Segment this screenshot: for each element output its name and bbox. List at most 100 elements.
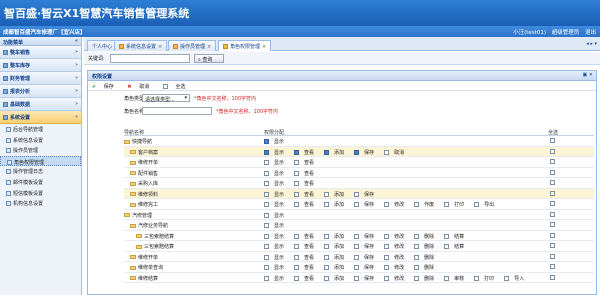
permission-option[interactable]: 显示 (264, 233, 289, 240)
permission-checkbox[interactable] (474, 202, 480, 207)
permission-option[interactable]: 查看 (294, 160, 319, 166)
permission-checkbox[interactable] (354, 233, 360, 239)
permission-option[interactable]: 显示 (264, 170, 289, 177)
permission-checkbox[interactable] (294, 202, 300, 207)
role-type-select[interactable]: 请选择类型... ▾ (142, 94, 190, 103)
permission-checkbox[interactable] (264, 265, 269, 270)
permission-checkbox[interactable] (294, 149, 300, 155)
row-select-all-checkbox[interactable] (550, 243, 555, 248)
permission-option[interactable]: 修改 (384, 275, 409, 282)
save-button[interactable]: ✔ 保存 (92, 84, 120, 90)
permission-option[interactable]: 查看 (294, 149, 319, 156)
permission-option[interactable]: 保存 (354, 244, 379, 250)
permission-option[interactable]: 显示 (264, 212, 289, 219)
user-name[interactable]: 小汪(test01) (513, 30, 546, 36)
permission-option[interactable]: 修改 (384, 233, 409, 240)
permission-checkbox[interactable] (294, 233, 300, 239)
permission-checkbox[interactable] (264, 223, 269, 228)
sidebar-module-finance[interactable]: 财务管理 » (0, 72, 81, 85)
permission-checkbox[interactable] (294, 170, 300, 176)
row-select-all[interactable] (550, 201, 556, 207)
permission-checkbox[interactable] (354, 275, 360, 281)
permission-checkbox[interactable] (294, 244, 300, 249)
logout-link[interactable]: 退出 (585, 30, 596, 36)
sidebar-item-operation-log[interactable]: 操作管理日志 (0, 166, 81, 177)
permission-option[interactable]: 显示 (264, 265, 289, 271)
permission-option[interactable]: 保存 (354, 191, 379, 198)
permission-option[interactable]: 审核 (444, 275, 469, 282)
permission-option[interactable]: 添加 (324, 149, 349, 156)
permission-checkbox[interactable] (264, 160, 269, 165)
permission-option[interactable]: 添加 (324, 254, 349, 261)
settings-link[interactable]: 超级管理员 (552, 30, 580, 36)
permission-checkbox[interactable] (264, 149, 269, 155)
sidebar-item-sms-template[interactable]: 短信模板设置 (0, 188, 81, 199)
permission-option[interactable]: 导入 (504, 275, 529, 282)
tab-scroll-controls[interactable]: ◂ ▸ ▾ (586, 41, 597, 47)
permission-checkbox[interactable] (384, 202, 390, 207)
permission-checkbox[interactable] (264, 244, 269, 249)
permission-checkbox[interactable] (444, 275, 450, 281)
row-select-all[interactable] (550, 169, 556, 176)
permission-option[interactable]: 显示 (264, 202, 289, 208)
permission-checkbox[interactable] (294, 181, 300, 186)
permission-checkbox[interactable] (354, 202, 360, 207)
close-icon[interactable]: × (158, 44, 162, 50)
tab-system-info[interactable]: 系统信息设置 × (114, 40, 168, 51)
permission-option[interactable]: 显示 (264, 160, 289, 166)
sidebar-module-base-data[interactable]: 基础数据 » (0, 98, 81, 111)
role-name-input[interactable] (142, 107, 212, 115)
permission-option[interactable]: 删除 (414, 254, 439, 261)
permission-option[interactable]: 修改 (384, 254, 409, 261)
permission-checkbox[interactable] (384, 275, 390, 281)
permission-checkbox[interactable] (324, 191, 330, 197)
row-select-all[interactable] (550, 148, 556, 155)
permission-option[interactable]: 保存 (354, 233, 379, 240)
row-select-all-checkbox[interactable] (550, 180, 555, 185)
permission-option[interactable]: 显示 (264, 254, 289, 261)
collapse-icon[interactable]: « (75, 38, 78, 44)
row-select-all[interactable] (550, 232, 556, 239)
permission-option[interactable]: 显示 (264, 223, 289, 229)
sidebar-item-system-info[interactable]: 系统信息设置 (0, 135, 81, 146)
permission-option[interactable]: 添加 (324, 244, 349, 250)
row-select-all[interactable] (550, 211, 556, 218)
permission-checkbox[interactable] (264, 170, 269, 176)
permission-option[interactable]: 删除 (414, 244, 439, 250)
sidebar-module-system-settings[interactable]: 系统设置 « (0, 111, 81, 124)
permission-checkbox[interactable] (264, 275, 269, 281)
permission-option[interactable]: 添加 (324, 275, 349, 282)
permission-checkbox[interactable] (294, 265, 300, 270)
permission-checkbox[interactable] (294, 160, 300, 165)
permission-checkbox[interactable] (384, 254, 390, 260)
sidebar-item-org-info[interactable]: 机构信息设置 (0, 198, 81, 209)
permission-option[interactable]: 保存 (354, 275, 379, 282)
row-select-all-checkbox[interactable] (550, 159, 555, 164)
permission-option[interactable]: 查看 (294, 170, 319, 177)
permission-checkbox[interactable] (414, 233, 420, 239)
permission-checkbox[interactable] (324, 265, 330, 270)
permission-option[interactable]: 结算 (444, 244, 469, 250)
sidebar-item-email-template[interactable]: 邮件模板设置 (0, 177, 81, 188)
permission-checkbox[interactable] (264, 181, 269, 186)
search-button[interactable]: ⌕ 查询 (194, 54, 224, 63)
permission-option[interactable]: 保存 (354, 254, 379, 261)
select-all-button[interactable]: 全选 (162, 84, 192, 90)
row-select-all-checkbox[interactable] (550, 201, 555, 206)
tab-operators[interactable]: 操作员管理 × (168, 40, 217, 51)
cancel-button[interactable]: ✖ 取消 (127, 84, 155, 90)
permission-option[interactable]: 显示 (264, 244, 289, 250)
permission-option[interactable]: 保存 (354, 149, 379, 156)
permission-option[interactable]: 删除 (414, 233, 439, 240)
permission-checkbox[interactable] (504, 275, 510, 281)
permission-checkbox[interactable] (384, 149, 390, 155)
tab-personal-center[interactable]: 个人中心 (87, 40, 118, 51)
permission-checkbox[interactable] (444, 233, 450, 239)
permission-checkbox[interactable] (294, 191, 300, 197)
sidebar-item-role-permissions[interactable]: 角色权限管理 (0, 155, 81, 167)
permission-checkbox[interactable] (264, 254, 269, 260)
row-select-all[interactable] (550, 138, 556, 144)
tab-role-permissions[interactable]: 角色权限管理 × (218, 40, 272, 51)
permission-checkbox[interactable] (354, 254, 360, 260)
permission-checkbox[interactable] (324, 244, 330, 249)
